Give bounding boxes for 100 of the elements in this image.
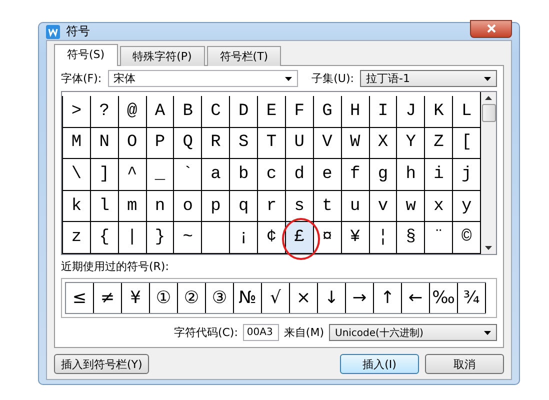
symbol-cell[interactable]: H: [340, 96, 369, 128]
symbol-cell[interactable]: E: [257, 96, 285, 128]
symbol-cell[interactable]: l: [90, 190, 118, 222]
symbol-cell[interactable]: G: [312, 96, 341, 128]
symbol-cell[interactable]: T: [257, 128, 285, 160]
symbol-cell[interactable]: J: [396, 96, 424, 128]
recent-symbol-cell[interactable]: ↓: [318, 283, 346, 313]
symbol-cell[interactable]: B: [173, 96, 202, 128]
symbol-cell[interactable]: b: [229, 159, 258, 191]
symbol-cell[interactable]: j: [452, 159, 480, 191]
recent-symbol-cell[interactable]: ×: [290, 283, 318, 313]
symbol-cell[interactable]: ¡: [229, 222, 258, 254]
symbol-cell[interactable]: ¢: [257, 222, 285, 254]
recent-symbol-cell[interactable]: ‰: [430, 283, 458, 313]
symbol-cell[interactable]: o: [173, 190, 202, 222]
symbol-cell[interactable]: Y: [396, 128, 424, 160]
symbol-cell[interactable]: |: [118, 222, 146, 254]
symbol-cell[interactable]: C: [201, 96, 230, 128]
symbol-cell[interactable]: ~: [173, 222, 202, 254]
symbol-cell[interactable]: ¨: [424, 222, 452, 254]
symbol-cell[interactable]: p: [201, 190, 230, 222]
scroll-up-icon[interactable]: [485, 96, 492, 100]
symbol-cell[interactable]: _: [146, 159, 174, 191]
symbol-cell[interactable]: m: [118, 190, 146, 222]
symbol-cell[interactable]: u: [340, 190, 369, 222]
symbol-cell[interactable]: I: [368, 96, 396, 128]
symbol-cell[interactable]: ¤: [312, 222, 341, 254]
symbol-cell[interactable]: F: [284, 96, 313, 128]
char-code-field[interactable]: 00A3: [242, 324, 279, 341]
symbol-cell[interactable]: >: [62, 96, 90, 128]
symbol-cell[interactable]: O: [118, 128, 146, 160]
symbol-cell[interactable]: n: [146, 190, 174, 222]
symbol-cell[interactable]: h: [396, 159, 424, 191]
symbol-cell[interactable]: {: [90, 222, 118, 254]
symbol-cell[interactable]: Q: [173, 128, 202, 160]
symbol-cell[interactable]: y: [452, 190, 480, 222]
symbol-cell[interactable]: s: [284, 190, 313, 222]
symbol-cell[interactable]: c: [257, 159, 285, 191]
symbol-cell[interactable]: v: [368, 190, 396, 222]
symbol-cell[interactable]: P: [146, 128, 174, 160]
symbol-cell[interactable]: §: [396, 222, 424, 254]
symbol-cell[interactable]: f: [340, 159, 369, 191]
scroll-down-icon[interactable]: [485, 246, 492, 250]
symbol-cell[interactable]: ¦: [368, 222, 396, 254]
recent-symbol-cell[interactable]: →: [346, 283, 374, 313]
recent-symbol-cell[interactable]: ≠: [94, 283, 122, 313]
symbol-cell[interactable]: g: [368, 159, 396, 191]
symbol-cell[interactable]: U: [284, 128, 313, 160]
symbol-cell[interactable]: X: [368, 128, 396, 160]
symbol-cell[interactable]: i: [424, 159, 452, 191]
recent-symbol-cell[interactable]: ①: [150, 283, 178, 313]
scrollbar-thumb[interactable]: [482, 104, 496, 122]
symbol-cell[interactable]: Z: [424, 128, 452, 160]
symbol-cell[interactable]: w: [396, 190, 424, 222]
symbol-cell[interactable]: @: [118, 96, 146, 128]
symbol-cell[interactable]: K: [424, 96, 452, 128]
insert-button[interactable]: 插入(I): [340, 354, 419, 374]
recent-symbol-cell[interactable]: №: [234, 283, 262, 313]
symbol-cell[interactable]: S: [229, 128, 258, 160]
recent-symbol-cell[interactable]: ②: [178, 283, 206, 313]
subset-dropdown[interactable]: 拉丁语-1: [360, 70, 497, 87]
symbol-cell[interactable]: ]: [90, 159, 118, 191]
tab[interactable]: 特殊字符(P): [120, 46, 205, 66]
close-button[interactable]: [470, 20, 512, 38]
recent-symbol-cell[interactable]: ③: [206, 283, 234, 313]
symbol-cell[interactable]: D: [229, 96, 258, 128]
symbol-cell[interactable]: L: [452, 96, 480, 128]
symbol-cell[interactable]: d: [284, 159, 313, 191]
recent-symbol-cell[interactable]: √: [262, 283, 290, 313]
symbol-cell[interactable]: q: [229, 190, 258, 222]
symbol-cell[interactable]: z: [62, 222, 90, 254]
recent-symbol-cell[interactable]: ↑: [374, 283, 402, 313]
symbol-cell[interactable]: `: [173, 159, 202, 191]
recent-symbol-cell[interactable]: ≤: [66, 283, 94, 313]
symbol-cell[interactable]: R: [201, 128, 230, 160]
symbol-cell[interactable]: ?: [90, 96, 118, 128]
scrollbar[interactable]: [481, 92, 496, 254]
symbol-cell[interactable]: V: [312, 128, 341, 160]
symbol-cell[interactable]: a: [201, 159, 230, 191]
symbol-cell[interactable]: [201, 222, 230, 254]
symbol-cell[interactable]: £: [284, 222, 313, 254]
symbol-cell[interactable]: M: [62, 128, 90, 160]
cancel-button[interactable]: 取消: [425, 354, 504, 374]
recent-symbol-cell[interactable]: ¥: [122, 283, 150, 313]
recent-symbol-cell[interactable]: ←: [402, 283, 430, 313]
symbol-cell[interactable]: ¥: [340, 222, 369, 254]
font-dropdown[interactable]: 宋体: [108, 70, 298, 87]
symbol-cell[interactable]: W: [340, 128, 369, 160]
add-to-symbol-bar-button[interactable]: 插入到符号栏(Y): [54, 354, 150, 374]
symbol-cell[interactable]: A: [146, 96, 174, 128]
tab[interactable]: 符号(S): [54, 44, 118, 66]
symbol-cell[interactable]: [: [452, 128, 480, 160]
symbol-cell[interactable]: ©: [452, 222, 480, 254]
symbol-cell[interactable]: \: [62, 159, 90, 191]
symbol-cell[interactable]: x: [424, 190, 452, 222]
symbol-cell[interactable]: k: [62, 190, 90, 222]
symbol-cell[interactable]: N: [90, 128, 118, 160]
symbol-cell[interactable]: r: [257, 190, 285, 222]
encoding-dropdown[interactable]: Unicode(十六进制): [329, 324, 497, 341]
symbol-cell[interactable]: e: [312, 159, 341, 191]
